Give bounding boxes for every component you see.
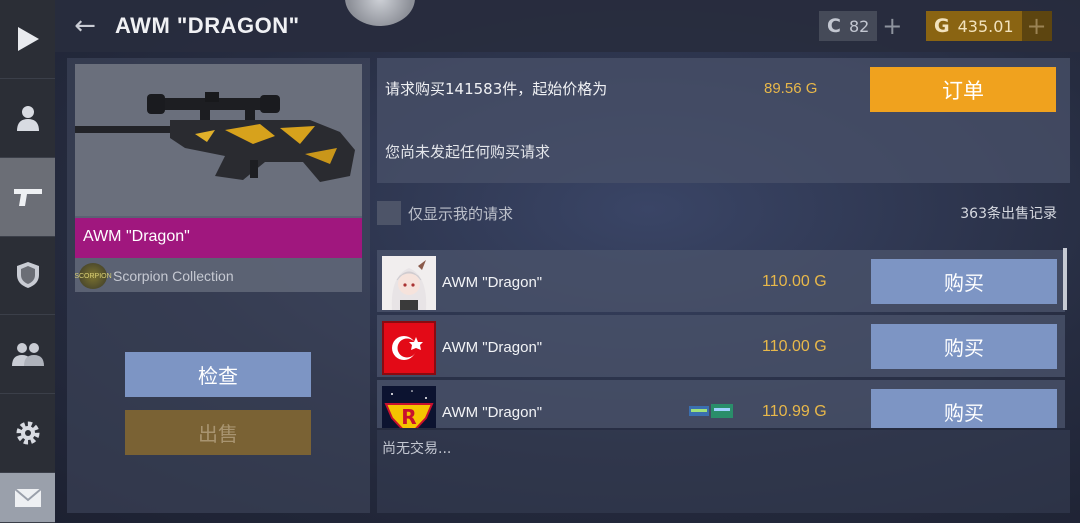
play-icon xyxy=(17,26,39,51)
play-nav-item[interactable] xyxy=(0,0,55,79)
weapon-icon xyxy=(13,188,42,206)
buy-request-panel: 请求购买141583件，起始价格为 89.56 G 订单 您尚未发起任何购买请求 xyxy=(377,58,1070,183)
gold-display: G 435.01 + xyxy=(926,11,1052,41)
page-title: AWM "DRAGON" xyxy=(115,13,300,38)
weapon-card: AWM "Dragon" SCORPION Scorpion Collectio… xyxy=(74,64,362,292)
listing-item-name: AWM "Dragon" xyxy=(442,404,543,421)
mail-icon xyxy=(13,487,42,507)
collection-icon-text: SCORPION xyxy=(74,272,112,280)
trade-history-area xyxy=(377,430,1070,513)
listing-price: 110.00 G xyxy=(762,338,827,355)
team-nav-item[interactable] xyxy=(0,315,55,395)
listings-list[interactable]: AWM "Dragon" 110.00 G 购买 AWM "Dragon" 11… xyxy=(377,246,1067,428)
shield-icon xyxy=(16,262,39,289)
back-button[interactable]: ← xyxy=(55,11,115,41)
inspect-button[interactable]: 检查 xyxy=(125,352,311,397)
add-credits-button[interactable]: + xyxy=(877,11,907,41)
sale-record-count: 363条出售记录 xyxy=(960,206,1057,222)
request-summary: 请求购买141583件，起始价格为 xyxy=(385,80,608,98)
mail-nav-item[interactable] xyxy=(0,473,55,523)
add-gold-button[interactable]: + xyxy=(1021,11,1052,41)
weapon-image xyxy=(75,64,362,216)
collection-row: SCORPION Scorpion Collection xyxy=(74,260,362,292)
weapon-nav-item[interactable] xyxy=(0,157,55,237)
order-button[interactable]: 订单 xyxy=(870,67,1056,112)
no-request-text: 您尚未发起任何购买请求 xyxy=(385,143,551,161)
weapon-name-banner: AWM "Dragon" xyxy=(75,218,362,258)
credits-display: C 82 + xyxy=(819,11,907,41)
filter-row: 仅显示我的请求 363条出售记录 xyxy=(377,200,1057,226)
listing-price: 110.00 G xyxy=(762,273,827,290)
profile-nav-item[interactable] xyxy=(0,79,55,158)
list-item: R AWM "Dragon" 110.99 G 购买 xyxy=(377,380,1065,428)
listing-price: 110.99 G xyxy=(762,403,827,420)
back-arrow-icon: ← xyxy=(74,11,96,41)
item-panel: AWM "Dragon" SCORPION Scorpion Collectio… xyxy=(67,58,370,513)
scorpion-collection-icon: SCORPION xyxy=(74,263,112,289)
gold-icon: G xyxy=(934,15,950,37)
profile-icon xyxy=(16,105,39,131)
side-nav xyxy=(0,0,55,523)
only-my-requests-label[interactable]: 仅显示我的请求 xyxy=(408,203,513,224)
listing-item-name: AWM "Dragon" xyxy=(442,274,543,291)
sell-button[interactable]: 出售 xyxy=(125,410,311,455)
credits-value: 82 xyxy=(848,16,870,36)
r-logo-avatar: R xyxy=(382,386,436,428)
only-my-requests-checkbox[interactable] xyxy=(377,201,401,225)
turkey-flag-avatar xyxy=(382,321,436,375)
settings-nav-item[interactable] xyxy=(0,394,55,474)
credits-icon: C xyxy=(827,15,841,37)
buy-button[interactable]: 购买 xyxy=(871,259,1057,304)
svg-text:R: R xyxy=(401,405,416,428)
sticker-icon xyxy=(689,404,733,418)
list-item: AWM "Dragon" 110.00 G 购买 xyxy=(377,315,1065,377)
listing-item-name: AWM "Dragon" xyxy=(442,339,543,356)
rank-nav-item[interactable] xyxy=(0,237,55,316)
team-icon xyxy=(11,343,44,367)
listings-scrollbar[interactable] xyxy=(1063,248,1067,310)
top-bar: ← AWM "DRAGON" C 82 + G 435.01 + xyxy=(55,0,1080,52)
buy-button[interactable]: 购买 xyxy=(871,324,1057,369)
emblem-decoration xyxy=(345,0,415,26)
list-item: AWM "Dragon" 110.00 G 购买 xyxy=(377,250,1065,312)
collection-name: Scorpion Collection xyxy=(113,268,234,284)
gear-icon xyxy=(16,421,39,445)
request-start-price: 89.56 G xyxy=(764,80,818,97)
no-trade-text: 尚无交易... xyxy=(382,441,452,457)
gold-value: 435.01 xyxy=(957,16,1014,36)
anime-avatar xyxy=(382,256,436,310)
buy-button[interactable]: 购买 xyxy=(871,389,1057,428)
